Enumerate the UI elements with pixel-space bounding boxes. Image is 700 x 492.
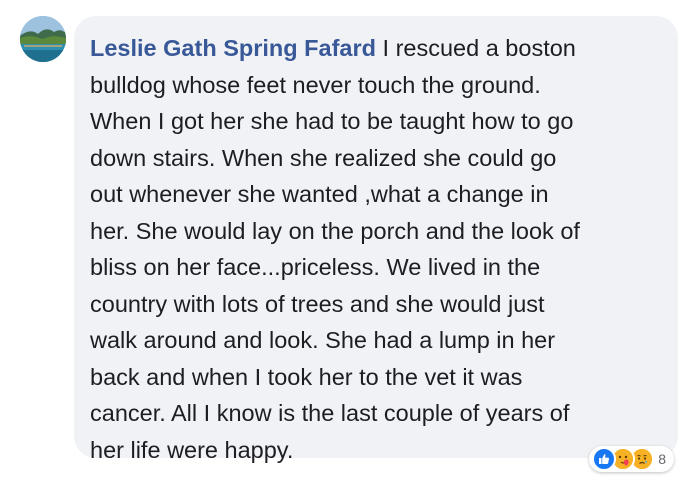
comment-text: I rescued a boston bulldog whose feet ne… — [90, 35, 580, 463]
comment-bubble: Leslie Gath Spring Fafard I rescued a bo… — [74, 16, 678, 472]
comment-body: Leslie Gath Spring Fafard I rescued a bo… — [90, 30, 662, 468]
reactions-summary[interactable]: 8 — [589, 446, 674, 472]
profile-photo-landscape-icon — [20, 16, 66, 62]
reaction-count: 8 — [658, 451, 666, 467]
comment: Leslie Gath Spring Fafard I rescued a bo… — [0, 0, 700, 492]
avatar[interactable] — [20, 16, 66, 62]
author-name-link[interactable]: Leslie Gath Spring Fafard — [90, 35, 376, 61]
